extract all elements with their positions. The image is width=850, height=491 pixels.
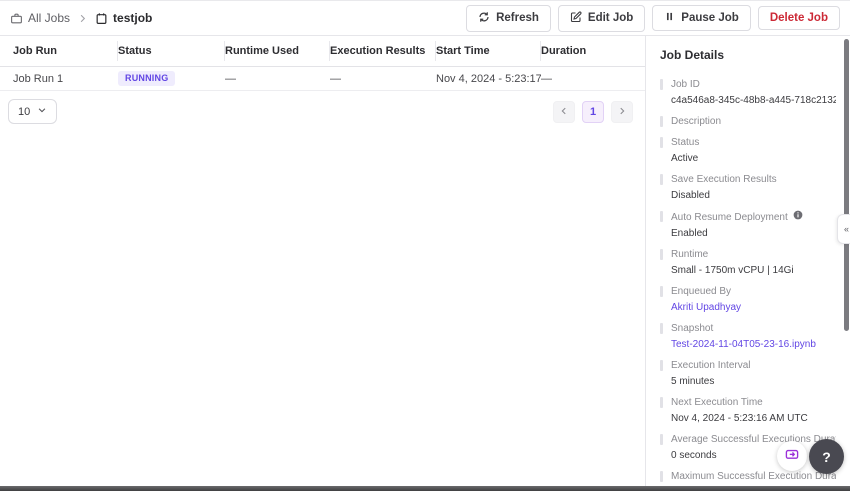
table-header-row: Job Run Status Runtime Used Execution Re… bbox=[0, 36, 645, 67]
field-value: Enabled bbox=[671, 228, 708, 239]
feedback-icon bbox=[784, 447, 800, 466]
help-button[interactable]: ? bbox=[809, 439, 844, 474]
field-next-execution-time: Next Execution Time Nov 4, 2024 - 5:23:1… bbox=[660, 396, 836, 425]
snapshot-link[interactable]: Test-2024-11-04T05-23-16.ipynb bbox=[671, 338, 836, 351]
column-header-execution-results: Execution Results bbox=[330, 41, 436, 61]
cell-execution-results: — bbox=[330, 72, 341, 85]
cell-runtime-used: — bbox=[225, 72, 236, 85]
jobs-icon bbox=[10, 12, 23, 25]
field-value: Nov 4, 2024 - 5:23:16 AM UTC bbox=[671, 413, 808, 424]
chevron-right-icon bbox=[617, 103, 627, 121]
column-header-duration: Duration bbox=[541, 45, 587, 57]
field-value: 5 minutes bbox=[671, 376, 715, 387]
main-content: Job Run Status Runtime Used Execution Re… bbox=[0, 36, 850, 491]
pause-icon bbox=[664, 11, 675, 25]
refresh-button-label: Refresh bbox=[496, 12, 539, 24]
column-header-start-time: Start Time bbox=[436, 41, 541, 61]
help-button-label: ? bbox=[822, 448, 831, 465]
chevron-down-icon bbox=[37, 105, 47, 118]
cell-job-run: Job Run 1 bbox=[13, 72, 64, 85]
breadcrumb: All Jobs testjob bbox=[10, 11, 152, 25]
field-value: Disabled bbox=[671, 190, 710, 201]
field-save-execution-results: Save Execution Results Disabled bbox=[660, 173, 836, 202]
delete-job-button-label: Delete Job bbox=[769, 12, 828, 24]
top-header-bar: All Jobs testjob Refresh Edit Job Pause … bbox=[0, 1, 850, 36]
cell-duration: — bbox=[541, 72, 552, 85]
chevron-left-icon bbox=[559, 103, 569, 121]
cell-status: RUNNING bbox=[118, 71, 225, 86]
collapse-icon: « bbox=[843, 224, 849, 234]
feedback-button[interactable] bbox=[777, 441, 807, 471]
breadcrumb-all-jobs[interactable]: All Jobs bbox=[10, 11, 70, 25]
field-label: Snapshot bbox=[671, 323, 714, 334]
breadcrumb-current-job: testjob bbox=[95, 11, 152, 25]
prev-page-button[interactable] bbox=[553, 100, 575, 123]
table-row[interactable]: Job Run 1 RUNNING — — Nov 4, 2024 - 5:23… bbox=[0, 67, 645, 91]
edit-job-button[interactable]: Edit Job bbox=[557, 4, 646, 32]
delete-job-button[interactable]: Delete Job bbox=[757, 6, 840, 30]
panel-title: Job Details bbox=[660, 48, 725, 62]
column-header-job-run: Job Run bbox=[13, 41, 118, 61]
panel-scrollbar[interactable] bbox=[844, 39, 849, 331]
field-label: Maximum Successful Execution Duration bbox=[671, 471, 836, 482]
edit-icon bbox=[570, 10, 582, 26]
pager: 1 bbox=[553, 100, 633, 123]
field-snapshot: Snapshot Test-2024-11-04T05-23-16.ipynb bbox=[660, 322, 836, 351]
field-status: Status Active bbox=[660, 136, 836, 165]
field-enqueued-by: Enqueued By Akriti Upadhyay bbox=[660, 285, 836, 314]
info-icon[interactable] bbox=[793, 210, 803, 224]
pagination-bar: 10 1 bbox=[0, 91, 645, 124]
field-label: Execution Interval bbox=[671, 360, 751, 371]
refresh-icon bbox=[478, 11, 490, 26]
field-value: Active bbox=[671, 153, 699, 164]
field-label: Average Successful Executions Duration bbox=[671, 434, 836, 445]
field-description: Description bbox=[660, 115, 836, 128]
pause-job-button-label: Pause Job bbox=[681, 12, 739, 24]
column-header-runtime-used: Runtime Used bbox=[225, 41, 330, 61]
field-label: Job ID bbox=[671, 79, 700, 90]
pause-job-button[interactable]: Pause Job bbox=[652, 5, 751, 31]
status-badge: RUNNING bbox=[118, 71, 176, 86]
breadcrumb-current-label: testjob bbox=[113, 11, 153, 25]
breadcrumb-root-label: All Jobs bbox=[28, 11, 71, 25]
field-label: Runtime bbox=[671, 249, 709, 260]
field-label: Description bbox=[671, 116, 722, 127]
field-runtime: Runtime Small - 1750m vCPU | 14Gi bbox=[660, 248, 836, 277]
next-page-button[interactable] bbox=[611, 100, 633, 123]
field-label: Enqueued By bbox=[671, 286, 732, 297]
job-actions-toolbar: Refresh Edit Job Pause Job Delete Job bbox=[466, 4, 840, 32]
panel-collapse-button[interactable]: « bbox=[837, 214, 850, 244]
page-size-select[interactable]: 10 bbox=[8, 99, 58, 124]
cell-start-time: Nov 4, 2024 - 5:23:17 ... bbox=[436, 72, 541, 85]
field-auto-resume-deployment: Auto Resume Deployment Enabled bbox=[660, 210, 836, 240]
page-number-button[interactable]: 1 bbox=[582, 100, 604, 123]
field-execution-interval: Execution Interval 5 minutes bbox=[660, 359, 836, 388]
field-value: Small - 1750m vCPU | 14Gi bbox=[671, 265, 794, 276]
calendar-icon bbox=[95, 12, 108, 25]
field-label-text: Auto Resume Deployment bbox=[671, 211, 788, 223]
column-header-status: Status bbox=[118, 41, 225, 61]
field-label: Auto Resume Deployment bbox=[671, 210, 836, 224]
job-runs-section: Job Run Status Runtime Used Execution Re… bbox=[0, 36, 645, 491]
edit-job-button-label: Edit Job bbox=[587, 12, 634, 24]
refresh-button[interactable]: Refresh bbox=[466, 4, 551, 32]
enqueued-by-link[interactable]: Akriti Upadhyay bbox=[671, 301, 836, 314]
chevron-right-icon bbox=[77, 13, 88, 24]
bottom-scrollbar[interactable] bbox=[0, 486, 850, 491]
field-label: Next Execution Time bbox=[671, 397, 763, 408]
job-details-panel: Job Details Job ID c4a546a8-345c-48b8-a4… bbox=[645, 36, 850, 491]
field-label: Save Execution Results bbox=[671, 174, 777, 185]
field-label: Status bbox=[671, 137, 700, 148]
page-size-value: 10 bbox=[18, 105, 31, 118]
field-job-id: Job ID c4a546a8-345c-48b8-a445-718c21321… bbox=[660, 78, 836, 107]
field-value: c4a546a8-345c-48b8-a445-718c21321a26 bbox=[671, 95, 836, 106]
